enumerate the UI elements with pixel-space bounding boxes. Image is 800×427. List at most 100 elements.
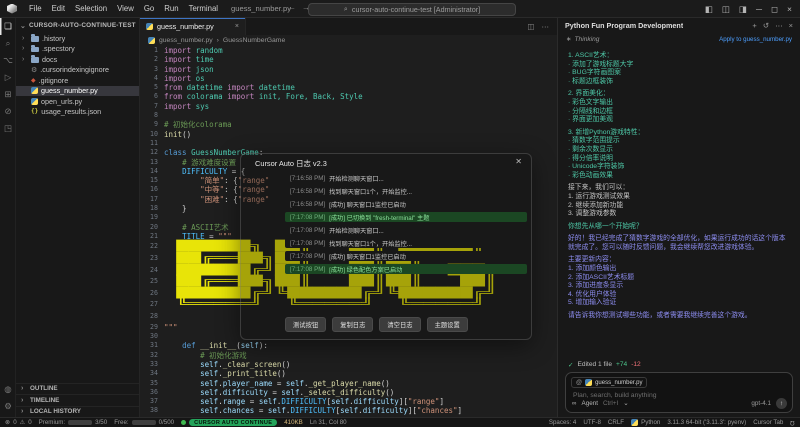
bell-icon[interactable]: Ω bbox=[790, 419, 795, 426]
send-button[interactable]: ↑ bbox=[776, 398, 787, 409]
menu-terminal[interactable]: Terminal bbox=[184, 4, 223, 13]
close-button[interactable]: × bbox=[787, 4, 792, 14]
thinking-row[interactable]: ∗ Thinking Apply to guess_number.py bbox=[558, 33, 800, 45]
minimize-button[interactable]: ─ bbox=[756, 4, 762, 14]
command-search[interactable]: ⌕ cursor-auto-continue-test [Administrat… bbox=[308, 3, 516, 16]
back-icon[interactable]: ← bbox=[288, 3, 296, 12]
more-icon[interactable]: ⋯ bbox=[775, 21, 783, 30]
file-item-docs[interactable]: ›docs bbox=[16, 54, 139, 65]
layout-right-icon[interactable]: ◨ bbox=[739, 4, 747, 15]
apply-link[interactable]: Apply to guess_number.py bbox=[719, 36, 792, 43]
section-local-history[interactable]: ›LOCAL HISTORY bbox=[16, 406, 139, 418]
agent-mode-selector[interactable]: Agent bbox=[582, 400, 598, 407]
file-item--gitignore[interactable]: ◆.gitignore bbox=[16, 75, 139, 86]
menu-selection[interactable]: Selection bbox=[70, 4, 112, 13]
edited-files-row[interactable]: ✓ Edited 1 file +74 -12 bbox=[558, 358, 800, 371]
language-mode[interactable]: Python bbox=[631, 419, 660, 426]
section-outline[interactable]: ›OUTLINE bbox=[16, 383, 139, 395]
model-selector[interactable]: gpt-4.1 bbox=[751, 400, 771, 407]
history-icon[interactable]: ↺ bbox=[763, 21, 769, 30]
close-panel-icon[interactable]: × bbox=[789, 21, 793, 30]
token bbox=[164, 406, 200, 415]
chat-messages[interactable]: 1. ASCII艺术：· 添加了游戏标题大字· BUG字符画图案· 标题边框装饰… bbox=[558, 48, 800, 355]
premium-usage[interactable]: Premium: 3/50 bbox=[39, 419, 108, 426]
activity-remote[interactable]: ⊘ bbox=[0, 103, 16, 120]
memory-usage[interactable]: 410KB bbox=[284, 419, 303, 426]
eol-setting[interactable]: CRLF bbox=[608, 419, 624, 426]
menu-run[interactable]: Run bbox=[159, 4, 183, 13]
close-icon[interactable]: ✕ bbox=[515, 157, 522, 166]
split-editor-icon[interactable]: ◫ bbox=[527, 22, 534, 31]
token: self bbox=[200, 388, 218, 397]
activity-account[interactable]: ◍ bbox=[0, 381, 16, 398]
cursor-position[interactable]: Ln 31, Col 80 bbox=[310, 419, 347, 426]
menu-go[interactable]: Go bbox=[139, 4, 159, 13]
breadcrumb-file[interactable]: guess_number.py bbox=[159, 37, 213, 44]
token: } bbox=[164, 204, 187, 213]
menu-file[interactable]: File bbox=[24, 4, 47, 13]
ellipsis-icon[interactable]: ⋯ bbox=[542, 22, 550, 31]
activity-search[interactable]: ⌕ bbox=[0, 35, 16, 52]
modal-button[interactable]: 清空日志 bbox=[379, 317, 420, 332]
modal-button[interactable]: 主题设置 bbox=[427, 317, 468, 332]
activity-settings[interactable]: ⚙ bbox=[0, 398, 16, 415]
layout-left-icon[interactable]: ◧ bbox=[705, 4, 713, 15]
edited-text: Edited 1 file bbox=[578, 361, 612, 368]
line-number: 11 bbox=[140, 139, 164, 148]
indentation-setting[interactable]: Spaces: 4 bbox=[549, 419, 577, 426]
cursor-tab-toggle[interactable]: Cursor Tab bbox=[753, 419, 783, 426]
code-text: import json bbox=[164, 65, 214, 74]
breadcrumb-symbol[interactable]: GuessNumberGame bbox=[223, 37, 285, 44]
section-timeline[interactable]: ›TIMELINE bbox=[16, 394, 139, 406]
search-icon: ⌕ bbox=[6, 38, 11, 49]
explorer-header[interactable]: ⌄ CURSOR-AUTO-CONTINUE-TEST bbox=[16, 18, 139, 33]
free-usage[interactable]: Free: 0/500 bbox=[114, 419, 174, 426]
file-item--history[interactable]: ›.history bbox=[16, 33, 139, 44]
modal-buttons: 测试按钮复制日志清空日志主题设置 bbox=[285, 317, 468, 332]
activity-run-debug[interactable]: ▷ bbox=[0, 69, 16, 86]
file-item-open-urls-py[interactable]: open_urls.py bbox=[16, 96, 139, 107]
cursor-logo-icon bbox=[7, 4, 17, 14]
file-item--cursorindexingignore[interactable]: ⚙.cursorindexingignore bbox=[16, 65, 139, 76]
context-chip[interactable]: @ guess_number.py bbox=[571, 377, 647, 388]
new-chat-icon[interactable]: + bbox=[752, 21, 756, 30]
token: = bbox=[268, 388, 282, 397]
modal-button[interactable]: 复制日志 bbox=[332, 317, 373, 332]
breadcrumb[interactable]: guess_number.py › GuessNumberGame bbox=[140, 35, 557, 46]
activity-bottom: ◍⚙ bbox=[0, 381, 16, 415]
cursor-auto-continue-status[interactable]: CURSOR AUTO CONTINUE bbox=[181, 419, 277, 426]
problems-indicator[interactable]: ⊗ 0 ⚠ 0 bbox=[5, 419, 32, 426]
layout-panel-icon[interactable]: ◫ bbox=[722, 4, 730, 15]
file-item-guess-number-py[interactable]: guess_number.py bbox=[16, 86, 139, 97]
encoding-setting[interactable]: UTF-8 bbox=[583, 419, 601, 426]
modal-button[interactable]: 测试按钮 bbox=[285, 317, 326, 332]
menu-edit[interactable]: Edit bbox=[47, 4, 70, 13]
activity-extensions[interactable]: ⊞ bbox=[0, 86, 16, 103]
code-text: self._clear_screen() bbox=[164, 360, 290, 369]
log-entry: [7:16:58 PM]找到聊天窗口1个，开始监控... bbox=[285, 186, 527, 196]
sidebar-sections: ›OUTLINE›TIMELINE›LOCAL HISTORY bbox=[16, 383, 139, 418]
file-label: usage_results.json bbox=[41, 107, 101, 116]
activity-source-control[interactable]: ⌥ bbox=[0, 52, 16, 69]
token: init, Fore, Back, Style bbox=[254, 92, 362, 101]
log-entry: [7:17:08 PM][成功] 聊天窗口1监控已启动 bbox=[285, 251, 527, 261]
file-item-usage-results-json[interactable]: {}usage_results.json bbox=[16, 107, 139, 118]
chevron-down-icon[interactable]: ⌄ bbox=[623, 400, 628, 407]
section-label: LOCAL HISTORY bbox=[30, 408, 81, 415]
token: chances bbox=[223, 406, 255, 415]
code-line: 9# 初始化colorama bbox=[140, 120, 557, 129]
close-tab-icon[interactable]: × bbox=[235, 23, 239, 30]
maximize-button[interactable]: ◻ bbox=[771, 4, 778, 15]
activity-chat[interactable]: ◳ bbox=[0, 120, 16, 137]
token: """ bbox=[218, 232, 232, 241]
chat-line: 2. 添加ASCII艺术标题 bbox=[568, 274, 790, 283]
tab-guess-number[interactable]: guess_number.py × bbox=[140, 18, 246, 35]
activity-explorer[interactable]: ❏ bbox=[0, 18, 16, 35]
code-text: DIFFICULTY = { bbox=[164, 167, 245, 176]
python-interpreter[interactable]: 3.11.3 64-bit ('3.11.3': pyenv) bbox=[667, 419, 746, 426]
menu-view[interactable]: View bbox=[112, 4, 139, 13]
log-time: [7:16:58 PM] bbox=[290, 188, 325, 195]
file-item--specstory[interactable]: ›.specstory bbox=[16, 44, 139, 55]
chat-input-box[interactable]: @ guess_number.py Plan, search, build an… bbox=[565, 372, 793, 413]
token: DIFFICULTY bbox=[281, 397, 326, 406]
